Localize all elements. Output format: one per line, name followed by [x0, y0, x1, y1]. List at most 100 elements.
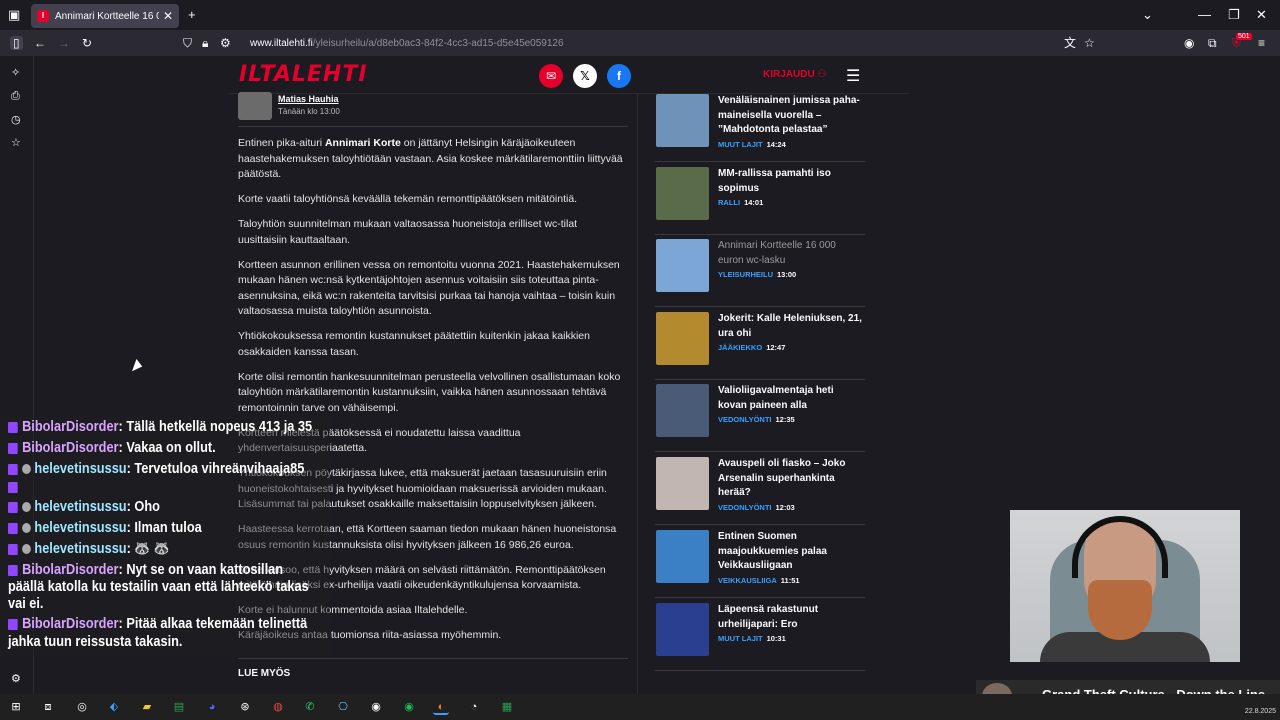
close-icon[interactable]: ✕: [163, 9, 173, 23]
history-icon[interactable]: ◷: [11, 113, 21, 126]
tab-article[interactable]: I Annimari Kortteelle 16 000 euro ✕: [31, 4, 179, 28]
synced-tabs-icon[interactable]: ⎙: [11, 90, 20, 103]
shield-icon[interactable]: ⛉: [183, 36, 192, 50]
extensions-icon[interactable]: ⧉: [1208, 36, 1217, 50]
firefox-icon[interactable]: ◐: [433, 699, 449, 715]
news-thumbnail: [656, 603, 709, 656]
restore-icon[interactable]: ❐: [1228, 8, 1240, 22]
news-category[interactable]: VEDONLYÖNTI: [718, 503, 771, 512]
reload-icon[interactable]: ↻: [82, 36, 92, 50]
spotify-icon[interactable]: ◉: [401, 699, 417, 715]
tab-overview-icon[interactable]: ▣: [8, 8, 20, 22]
news-title: Venäläisnainen jumissa paha-maineisella …: [718, 95, 860, 135]
url-bar[interactable]: www.iltalehti.fi /yleisurheilu/a/d8eb0ac…: [240, 32, 1060, 54]
news-time: 10:31: [766, 634, 786, 643]
news-item[interactable]: Jokerit: Kalle Heleniuksen, 21, ura ohi J…: [655, 310, 865, 380]
window-close-icon[interactable]: ✕: [1256, 8, 1267, 22]
chat-message: jahka tuun reissusta takasin.: [8, 635, 182, 650]
app-icon[interactable]: ▦: [499, 699, 515, 715]
site-logo[interactable]: ILTALEHTI: [239, 62, 368, 87]
chat-text: : Tällä hetkellä nopeus 413 ja 35: [118, 419, 313, 435]
twitch-icon: [8, 481, 18, 493]
iltalehti-favicon-icon: I: [37, 10, 49, 22]
news-thumbnail: [656, 167, 709, 220]
file-explorer-icon[interactable]: ▰: [139, 699, 155, 715]
twitch-icon: [8, 618, 18, 630]
news-category[interactable]: VEDONLYÖNTI: [718, 415, 771, 424]
user-badge-icon: [22, 523, 31, 534]
app-icon[interactable]: ◉: [368, 699, 384, 715]
news-time: 12:03: [775, 503, 795, 512]
chat-message: BibolarDisorder: Vakaa on ollut.: [8, 441, 216, 456]
news-thumbnail: [656, 94, 709, 147]
forward-icon[interactable]: →: [58, 36, 70, 50]
login-button[interactable]: KIRJAUDU ⚇: [763, 69, 826, 80]
news-meta: VEIKKAUSLIIGA 11:51: [718, 576, 800, 585]
chevron-down-icon[interactable]: ⌄: [1142, 8, 1153, 22]
news-category[interactable]: VEIKKAUSLIIGA: [718, 576, 777, 585]
minimize-icon[interactable]: —: [1198, 8, 1211, 22]
publish-time: Tänään klo 13:00: [278, 107, 340, 116]
news-title: Avauspeli oli fiasko – Joko Arsenalin su…: [718, 458, 846, 498]
app-icon[interactable]: ◎: [74, 699, 90, 715]
news-title: Jokerit: Kalle Heleniuksen, 21, ura ohi: [718, 313, 862, 339]
hamburger-menu-icon[interactable]: ☰: [846, 66, 860, 86]
chat-text: : Ilman tuloa: [126, 520, 202, 536]
windows-start-icon[interactable]: ⊞: [8, 699, 24, 715]
news-item[interactable]: MM-rallissa pamahti iso sopimus RALLI 14:0…: [655, 165, 865, 235]
news-item[interactable]: Valioliigavalmentaja heti kovan paineen …: [655, 382, 865, 452]
ai-chat-icon[interactable]: ✧: [11, 66, 20, 79]
twitch-icon: [8, 543, 18, 555]
bookmark-star-icon[interactable]: ☆: [1084, 36, 1095, 50]
sidebar-toggle-icon[interactable]: ▯: [10, 36, 23, 50]
chrome-icon[interactable]: ◍: [270, 699, 286, 715]
chat-username: helevetinsussu: [34, 499, 127, 515]
news-item[interactable]: Avauspeli oli fiasko – Joko Arsenalin su…: [655, 455, 865, 525]
x-share-icon[interactable]: 𝕏: [573, 64, 597, 88]
divider: [238, 658, 628, 659]
chat-username: BibolarDisorder: [22, 440, 119, 456]
app-icon[interactable]: ▤: [171, 699, 187, 715]
article-paragraph: Entinen pika-aituri Annimari Korte on jä…: [238, 137, 623, 180]
facebook-share-icon[interactable]: f: [607, 64, 631, 88]
news-category[interactable]: MUUT LAJIT: [718, 140, 763, 149]
chat-text: jahka tuun reissusta takasin.: [8, 634, 183, 650]
login-label: KIRJAUDU: [763, 69, 815, 80]
new-tab-icon[interactable]: +: [188, 8, 196, 22]
bookmarks-icon[interactable]: ☆: [11, 136, 21, 149]
lock-icon[interactable]: 🔒︎: [202, 36, 208, 50]
account-icon[interactable]: ◉: [1184, 36, 1194, 50]
settings-gear-icon[interactable]: ⚙: [11, 672, 21, 685]
news-item[interactable]: Annimari Kortteelle 16 000 euron wc-lask…: [655, 237, 865, 307]
app-icon[interactable]: ⬖: [106, 699, 122, 715]
steam-icon[interactable]: ⎔: [335, 699, 351, 715]
news-category[interactable]: RALLI: [718, 198, 740, 207]
news-meta: MUUT LAJIT 14:24: [718, 140, 786, 149]
obs-icon[interactable]: ◔: [466, 699, 482, 715]
news-item[interactable]: Venäläisnainen jumissa paha-maineisella …: [655, 92, 865, 162]
back-icon[interactable]: ←: [34, 36, 46, 50]
menu-icon[interactable]: ≡: [1258, 36, 1265, 50]
article-paragraph: Yhtiökokouksessa remontin kustannukset p…: [238, 330, 590, 358]
task-view-icon[interactable]: ⧈: [40, 699, 56, 715]
news-category[interactable]: MUUT LAJIT: [718, 634, 763, 643]
news-category[interactable]: JÄÄKIEKKO: [718, 343, 762, 352]
news-thumbnail: [656, 239, 709, 292]
discord-icon[interactable]: ◕: [204, 699, 220, 715]
user-icon: ⚇: [817, 69, 827, 80]
news-time: 13:00: [777, 270, 797, 279]
twitch-icon: [8, 501, 18, 513]
translate-icon[interactable]: 文: [1064, 36, 1076, 50]
news-item[interactable]: Läpeensä rakastunut urheilijapari: Ero MU…: [655, 601, 865, 671]
news-item[interactable]: Entinen Suomen maajoukkuemies palaa Veik…: [655, 528, 865, 598]
article-paragraph: Kortteen asunnon erillinen vessa on remo…: [238, 258, 620, 318]
permissions-icon[interactable]: ⚙: [220, 36, 231, 50]
author-name[interactable]: Matias Hauhia: [278, 94, 339, 104]
app-icon[interactable]: ⊛: [237, 699, 253, 715]
news-category[interactable]: YLEISURHEILU: [718, 270, 773, 279]
chat-overlay: BibolarDisorder : Tällä hetkellä nopeus 4…: [0, 417, 330, 657]
headset: [1072, 516, 1168, 578]
email-share-icon[interactable]: ✉: [539, 64, 563, 88]
chat-message: BibolarDisorder: Pitää alkaa tekemään te…: [8, 617, 307, 632]
whatsapp-icon[interactable]: ✆: [302, 699, 318, 715]
